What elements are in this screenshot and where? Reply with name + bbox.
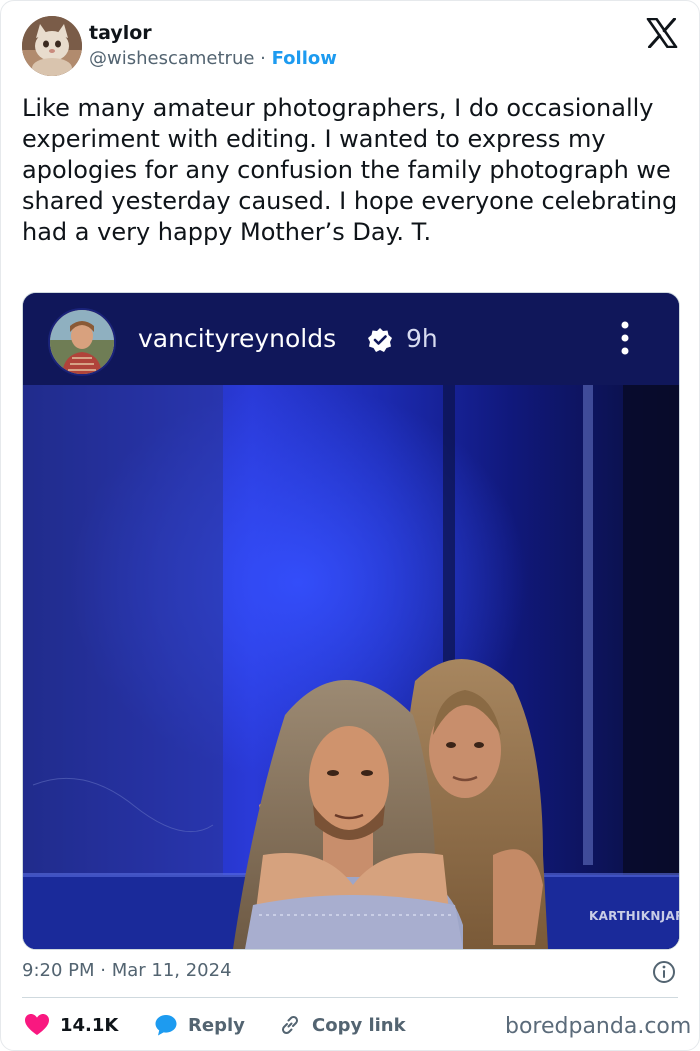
x-logo-icon[interactable] [646, 18, 678, 48]
reply-label: Reply [188, 1014, 245, 1036]
author-handle[interactable]: @wishescametrue [89, 48, 254, 69]
speech-bubble-icon [155, 1015, 177, 1036]
author-handle-row: @wishescametrue · Follow [89, 48, 337, 69]
action-bar: 14.1K Reply Copy link [22, 1010, 492, 1040]
tweet-card: taylor @wishescametrue · Follow Like man… [0, 0, 700, 1051]
ig-user-avatar [48, 308, 116, 376]
photo-watermark: KARTHIKNJART [589, 909, 679, 923]
info-icon[interactable] [652, 960, 676, 984]
like-button[interactable]: 14.1K [24, 1010, 118, 1040]
ig-post-age: 9h [406, 324, 438, 353]
copy-link-button[interactable]: Copy link [278, 1010, 406, 1040]
like-count: 14.1K [60, 1014, 119, 1036]
author-display-name[interactable]: taylor [89, 22, 152, 44]
heart-icon [25, 1014, 49, 1035]
ig-avatar-image [50, 310, 114, 374]
link-icon [281, 1015, 299, 1035]
tweet-text: Like many amateur photographers, I do oc… [22, 94, 678, 246]
action-divider [22, 997, 678, 998]
photo-image [23, 385, 679, 949]
more-vertical-icon [621, 321, 629, 355]
follow-button[interactable]: Follow [272, 48, 337, 69]
ig-username: vancityreynolds [138, 324, 337, 353]
tweet-date: Mar 11, 2024 [111, 960, 232, 981]
instagram-post-header: vancityreynolds 9h [23, 293, 679, 385]
author-avatar[interactable] [22, 16, 82, 76]
copy-link-label: Copy link [312, 1014, 406, 1036]
timestamp-row[interactable]: 9:20 PM · Mar 11, 2024 [22, 960, 232, 981]
verified-badge-icon [368, 328, 392, 352]
embedded-media[interactable]: vancityreynolds 9h KARTHIKNJA [22, 292, 680, 950]
timestamp-separator: · [94, 960, 112, 981]
tweet-time: 9:20 PM [22, 960, 95, 981]
source-watermark: boredpanda.com [505, 1014, 692, 1039]
cat-avatar-image [22, 16, 82, 76]
reply-button[interactable]: Reply [154, 1010, 245, 1040]
handle-separator: · [254, 48, 272, 69]
